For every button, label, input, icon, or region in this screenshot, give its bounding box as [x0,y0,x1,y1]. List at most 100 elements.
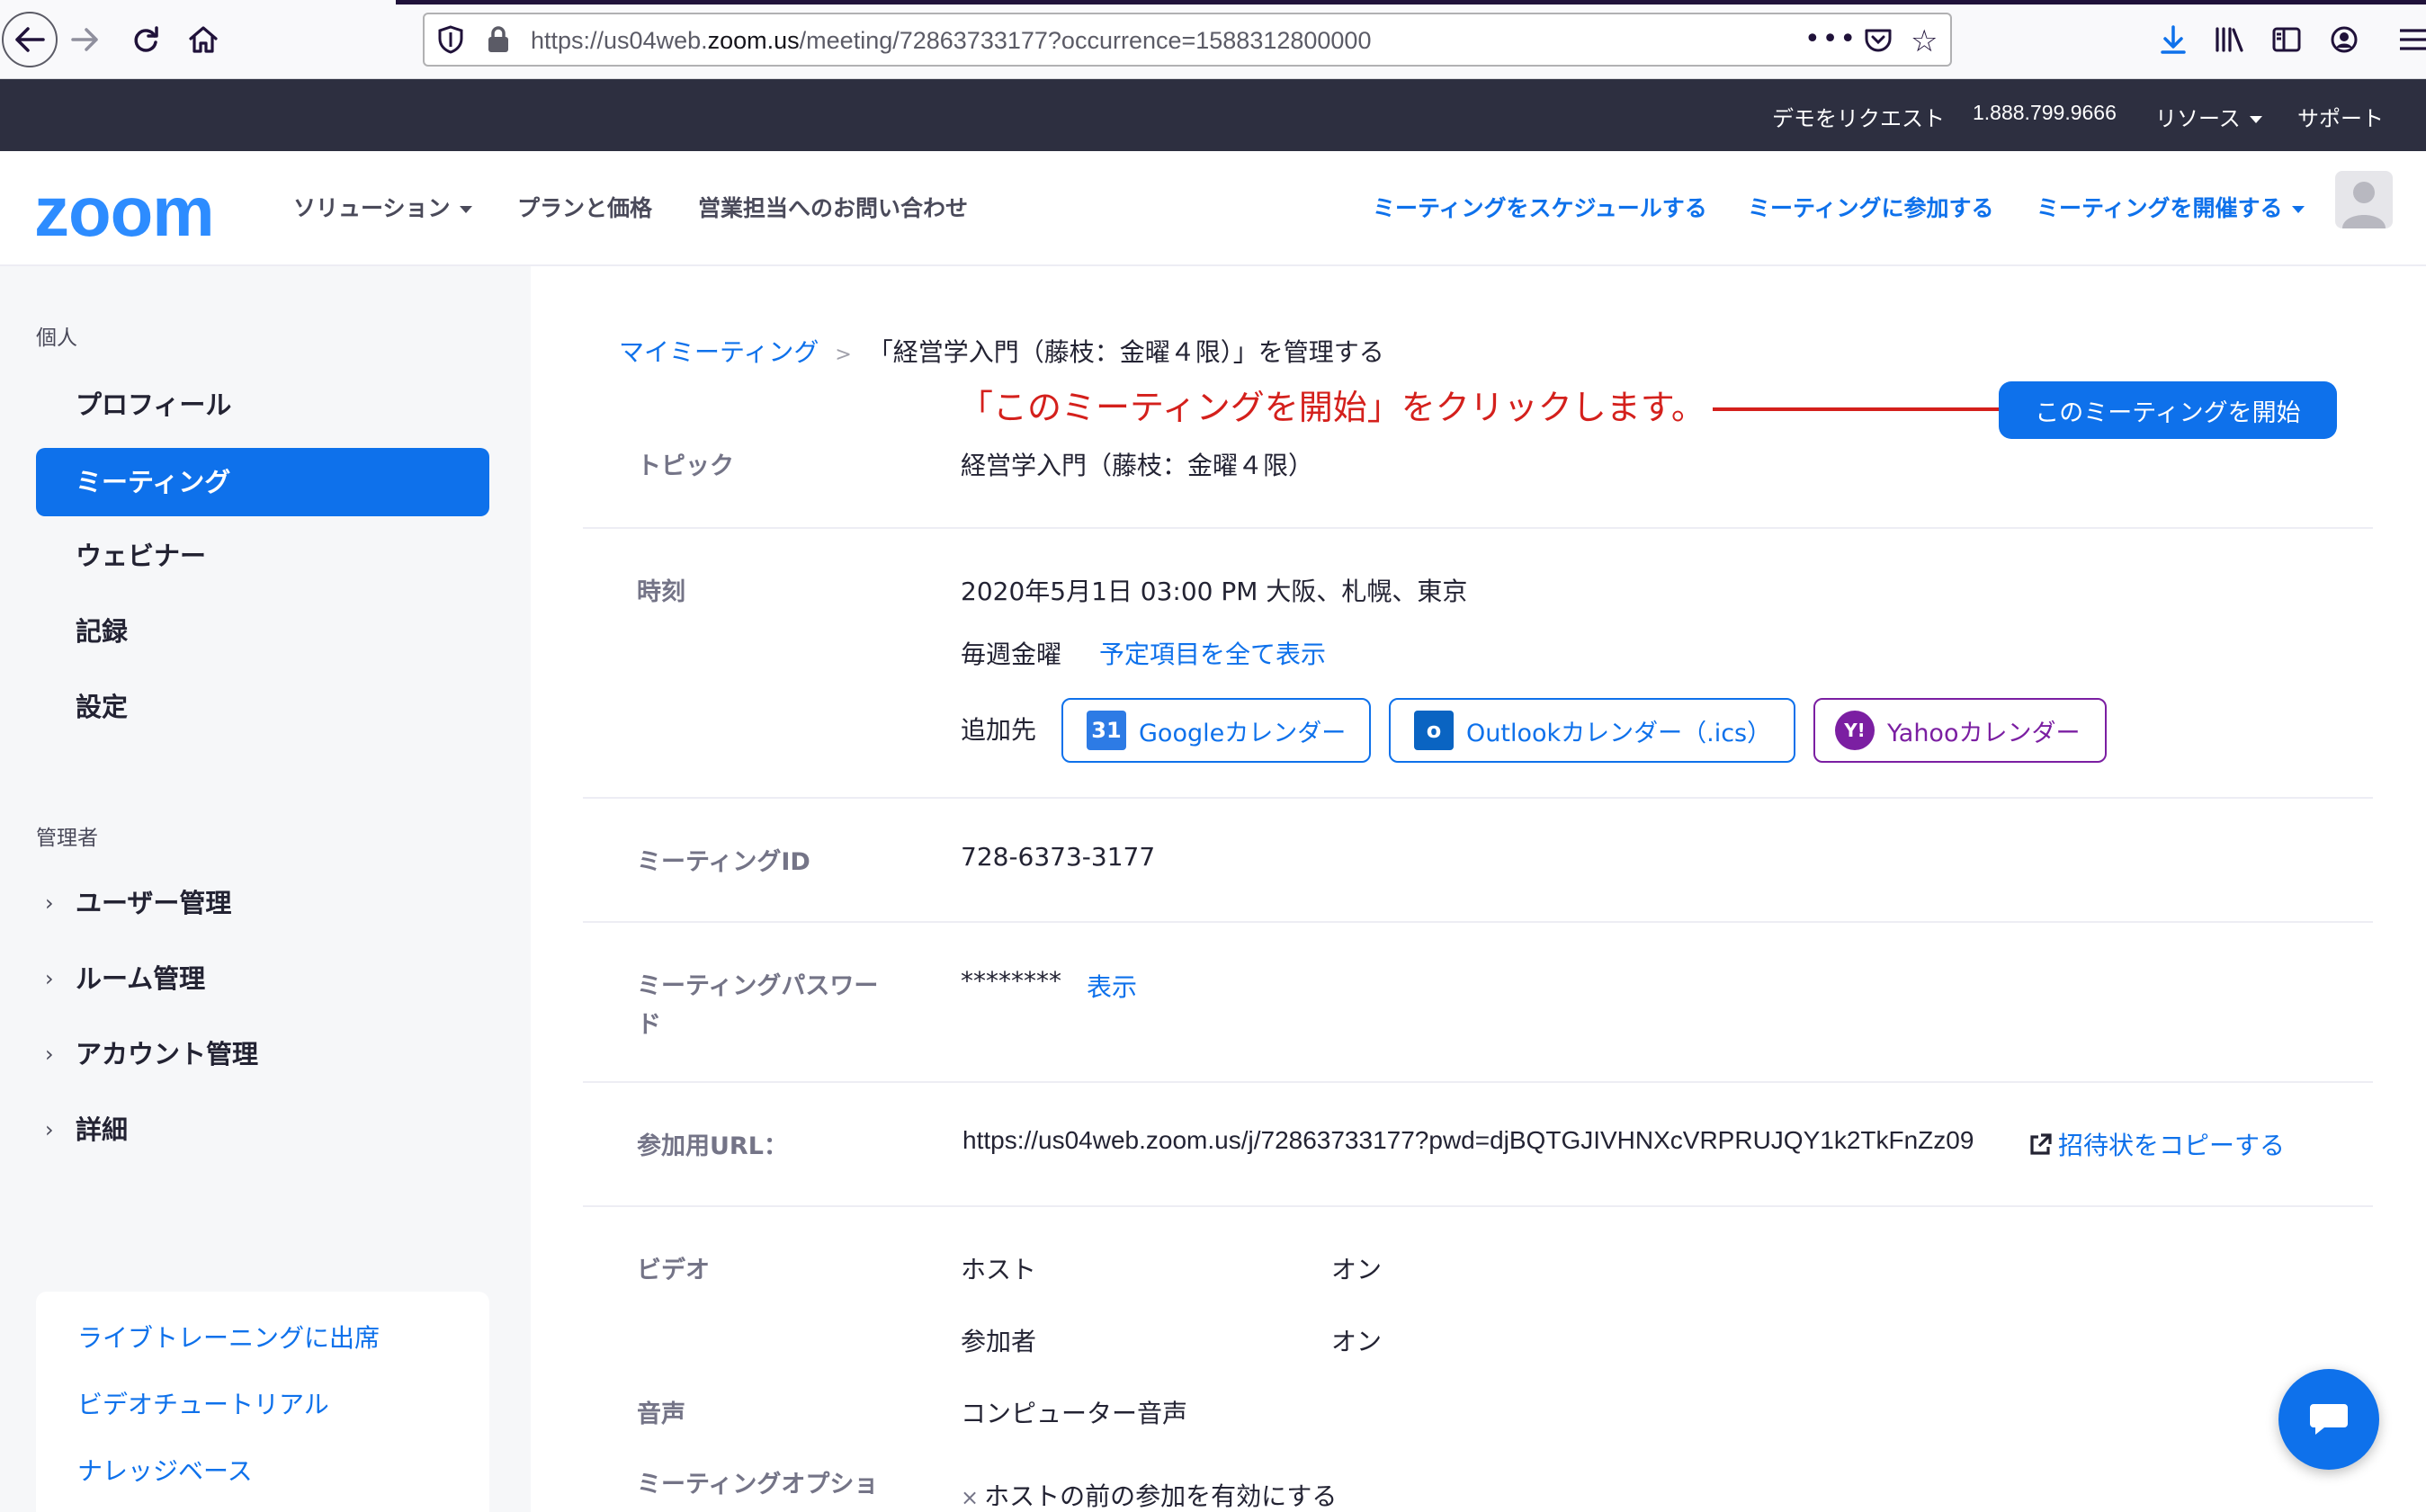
host-meeting-menu[interactable]: ミーティングを開催する [2037,191,2305,223]
copy-invitation-link[interactable]: 招待状をコピーする [2028,1126,2285,1162]
knowledge-base-link[interactable]: ナレッジベース [77,1452,253,1488]
support-link[interactable]: サポート [2297,101,2384,132]
help-links-card: ライブトレーニングに出席 ビデオチュートリアル ナレッジベース [36,1292,489,1512]
sidebar: 個人 プロフィール ミーティング ウェビナー 記録 設定 管理者 › ユーザー管理… [0,266,531,1512]
sidebar-item-webinars[interactable]: ウェビナー [36,522,489,590]
instruction-annotation: 「このミーティングを開始」をクリックします。 [959,388,1705,427]
lock-icon[interactable] [486,25,511,54]
google-calendar-icon: 31 [1087,711,1126,750]
start-meeting-button[interactable]: このミーティングを開始 [1999,381,2337,439]
zoom-top-strip: デモをリクエスト 1.888.799.9666 リソース サポート [0,79,2426,151]
yahoo-calendar-button[interactable]: Y! Yahooカレンダー [1813,698,2107,763]
divider [583,797,2373,799]
admin-heading: 管理者 [36,827,98,850]
contact-sales-link[interactable]: 営業担当へのお問い合わせ [698,191,968,223]
join-meeting-link[interactable]: ミーティングに参加する [1748,191,1994,223]
password-label-line: ド [637,1011,661,1039]
solutions-label: ソリューション [293,195,451,221]
join-url-value[interactable]: https://us04web.zoom.us/j/72863733177?pw… [962,1126,1974,1155]
zoom-header: zoom ソリューション プランと価格 営業担当へのお問い合わせ ミーティングを… [0,151,2426,266]
recurrence-value: 毎週金曜 [961,640,1062,669]
url-bar[interactable]: https://us04web.zoom.us/meeting/72863733… [423,13,1952,67]
schedule-meeting-link[interactable]: ミーティングをスケジュールする [1373,191,1707,223]
request-demo-link[interactable]: デモをリクエスト [1772,101,1945,132]
disabled-x-icon: × [961,1485,980,1510]
video-participant-value: オン [1331,1327,1383,1356]
options-label-line: ミーティングオプショ [637,1471,879,1499]
url-text[interactable]: https://us04web.zoom.us/meeting/72863733… [531,27,1371,55]
chevron-right-icon: › [45,1117,54,1142]
external-link-icon [2030,1133,2052,1155]
chat-icon [2310,1404,2348,1435]
sidebar-icon[interactable] [2269,22,2305,58]
video-host-value: オン [1331,1255,1383,1284]
video-tutorials-link[interactable]: ビデオチュートリアル [77,1385,329,1421]
sidebar-item-label: アカウント管理 [76,1039,259,1069]
topic-label: トピック [637,452,734,480]
sidebar-item-user-management[interactable]: › ユーザー管理 [36,869,489,937]
chevron-right-icon: › [45,890,54,916]
meeting-password-label: ミーティングパスワー ド [637,966,878,1040]
video-label: ビデオ [637,1257,710,1284]
outlook-calendar-button[interactable]: o Outlookカレンダー（.ics） [1389,698,1795,763]
live-training-link[interactable]: ライブトレーニングに出席 [77,1319,380,1355]
forward-arrow-icon[interactable] [59,14,110,65]
show-all-occurrences-link[interactable]: 予定項目を全て表示 [1099,635,1326,671]
download-icon[interactable] [2155,22,2191,58]
avatar[interactable] [2335,171,2393,228]
main-content: マイミーティング > 「経営学入門（藤枝：金曜４限）」を管理する 「このミーティング… [531,266,2426,1512]
breadcrumb-current: 「経営学入門（藤枝：金曜４限）」を管理する [867,337,1384,367]
sidebar-item-profile[interactable]: プロフィール [36,371,489,439]
chevron-down-icon [2249,116,2262,123]
library-icon[interactable] [2211,22,2247,58]
sidebar-item-settings[interactable]: 設定 [36,673,489,741]
star-icon[interactable]: ☆ [1911,23,1938,59]
sidebar-item-meetings[interactable]: ミーティング [36,448,489,516]
divider [583,527,2373,529]
add-to-label: 追加先 [961,715,1037,745]
browser-toolbar: https://us04web.zoom.us/meeting/72863733… [0,0,2426,79]
outlook-icon: o [1414,711,1454,750]
plans-link[interactable]: プランと価格 [517,191,652,223]
sidebar-item-label: ユーザー管理 [76,888,232,918]
account-icon[interactable] [2326,22,2362,58]
host-meeting-label: ミーティングを開催する [2037,195,2283,221]
options-label-line: ン [637,1503,878,1512]
zoom-logo[interactable]: zoom [34,171,215,253]
home-icon[interactable] [178,14,228,65]
breadcrumb-my-meetings[interactable]: マイミーティング [619,337,819,367]
browser-accent-line [396,0,2426,4]
google-calendar-button[interactable]: 31 Googleカレンダー [1061,698,1371,763]
audio-value: コンピューター音声 [961,1399,1188,1428]
reload-icon[interactable] [121,14,171,65]
yahoo-calendar-label: Yahooカレンダー [1887,719,2081,747]
chevron-down-icon [2291,206,2305,213]
divider [583,1081,2373,1083]
page-actions-icon[interactable]: ••• [1804,23,1858,55]
personal-heading: 個人 [36,327,77,350]
shield-icon[interactable] [437,25,464,54]
phone-number[interactable]: 1.888.799.9666 [1973,101,2117,125]
sidebar-item-account-management[interactable]: › アカウント管理 [36,1020,489,1088]
resources-menu[interactable]: リソース [2155,101,2262,132]
sidebar-item-room-management[interactable]: › ルーム管理 [36,944,489,1013]
password-masked-value: ******** [961,966,1061,996]
time-value: 2020年5月1日 03:00 PM 大阪、札幌、東京 [961,577,1468,606]
sidebar-item-advanced[interactable]: › 詳細 [36,1096,489,1164]
pocket-icon[interactable] [1864,27,1893,54]
sidebar-item-recordings[interactable]: 記録 [36,597,489,666]
join-url-label: 参加用URL： [637,1132,788,1160]
sidebar-item-label: ルーム管理 [76,963,206,994]
menu-icon[interactable] [2398,22,2426,58]
option-join-before-host: × ホストの前の参加を有効にする [961,1477,1337,1512]
chevron-right-icon: › [45,966,54,991]
chat-button[interactable] [2278,1369,2379,1470]
divider [583,921,2373,923]
user-silhouette-icon [2342,182,2386,228]
show-password-link[interactable]: 表示 [1087,968,1137,1004]
solutions-menu[interactable]: ソリューション [293,191,472,223]
back-arrow-icon[interactable] [2,12,58,67]
meeting-options-label: ミーティングオプショ ン [637,1464,878,1512]
password-label-line: ミーティングパスワー [637,972,879,1000]
breadcrumb-separator: > [835,344,852,366]
